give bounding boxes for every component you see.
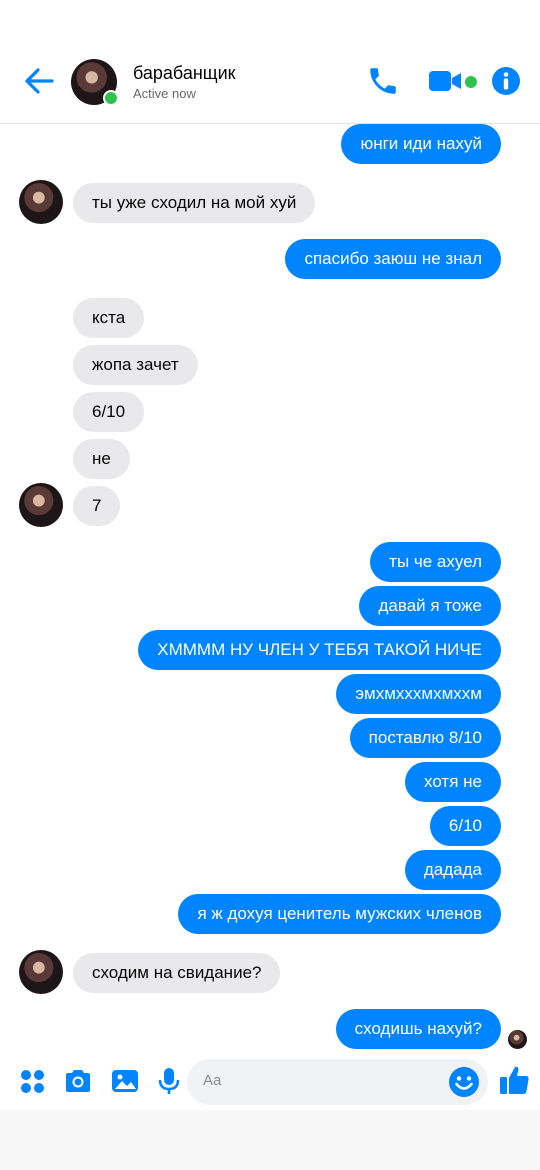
message-bubble-sent[interactable]: эмхмхххмхмххм — [336, 674, 501, 714]
message-bubble-received[interactable]: кста — [73, 298, 145, 338]
message-bubble-received[interactable]: ты уже сходил на мой хуй — [73, 183, 316, 223]
seen-receipt-avatar — [508, 1030, 527, 1049]
message-bubble-sent[interactable]: поставлю 8/10 — [349, 718, 501, 758]
apps-grid-icon[interactable] — [18, 1066, 48, 1096]
thumbs-up-icon[interactable] — [498, 1063, 532, 1097]
message-bubble-sent[interactable]: дадада — [404, 850, 501, 890]
contact-status: Active now — [133, 86, 196, 101]
message-bubble-received[interactable]: сходим на свидание? — [73, 953, 281, 993]
contact-name[interactable]: барабанщик — [133, 63, 236, 84]
chat-header: барабанщик Active now — [0, 40, 540, 124]
gallery-icon[interactable] — [110, 1066, 140, 1096]
message-bubble-received[interactable]: 7 — [73, 486, 121, 526]
video-camera-icon[interactable] — [428, 66, 464, 96]
message-bubble-sent[interactable]: хотя не — [405, 762, 501, 802]
emoji-icon[interactable] — [448, 1066, 480, 1098]
message-composer: Aa — [0, 1052, 540, 1110]
bottom-strip — [0, 1110, 540, 1170]
message-bubble-sent[interactable]: юнги иди нахуй — [341, 124, 501, 164]
contact-avatar[interactable] — [71, 59, 119, 106]
message-bubble-sent[interactable]: я ж дохуя ценитель мужских членов — [178, 894, 501, 934]
message-bubble-received[interactable]: 6/10 — [73, 392, 145, 432]
back-arrow-icon[interactable] — [22, 64, 56, 98]
message-bubble-sent[interactable]: сходишь нахуй? — [335, 1009, 501, 1049]
info-icon[interactable] — [491, 66, 521, 96]
online-indicator — [103, 90, 119, 106]
message-input-placeholder: Aa — [203, 1072, 222, 1089]
message-bubble-sent[interactable]: давай я тоже — [359, 586, 501, 626]
message-bubble-sent[interactable]: ты че ахуел — [370, 542, 501, 582]
video-online-dot — [465, 76, 477, 88]
message-bubble-received[interactable]: не — [73, 439, 130, 479]
contact-avatar-small[interactable] — [19, 483, 63, 527]
microphone-icon[interactable] — [154, 1066, 184, 1096]
phone-icon[interactable] — [366, 64, 400, 98]
message-input[interactable]: Aa — [187, 1059, 488, 1105]
contact-avatar-small[interactable] — [19, 950, 63, 994]
message-bubble-sent[interactable]: 6/10 — [429, 806, 501, 846]
message-bubble-sent[interactable]: ХММММ НУ ЧЛЕН У ТЕБЯ ТАКОЙ НИЧЕ — [138, 630, 501, 670]
contact-avatar-small[interactable] — [19, 180, 63, 224]
message-bubble-sent[interactable]: спасибо заюш не знал — [285, 239, 501, 279]
camera-icon[interactable] — [63, 1066, 93, 1096]
message-bubble-received[interactable]: жопа зачет — [73, 345, 198, 385]
